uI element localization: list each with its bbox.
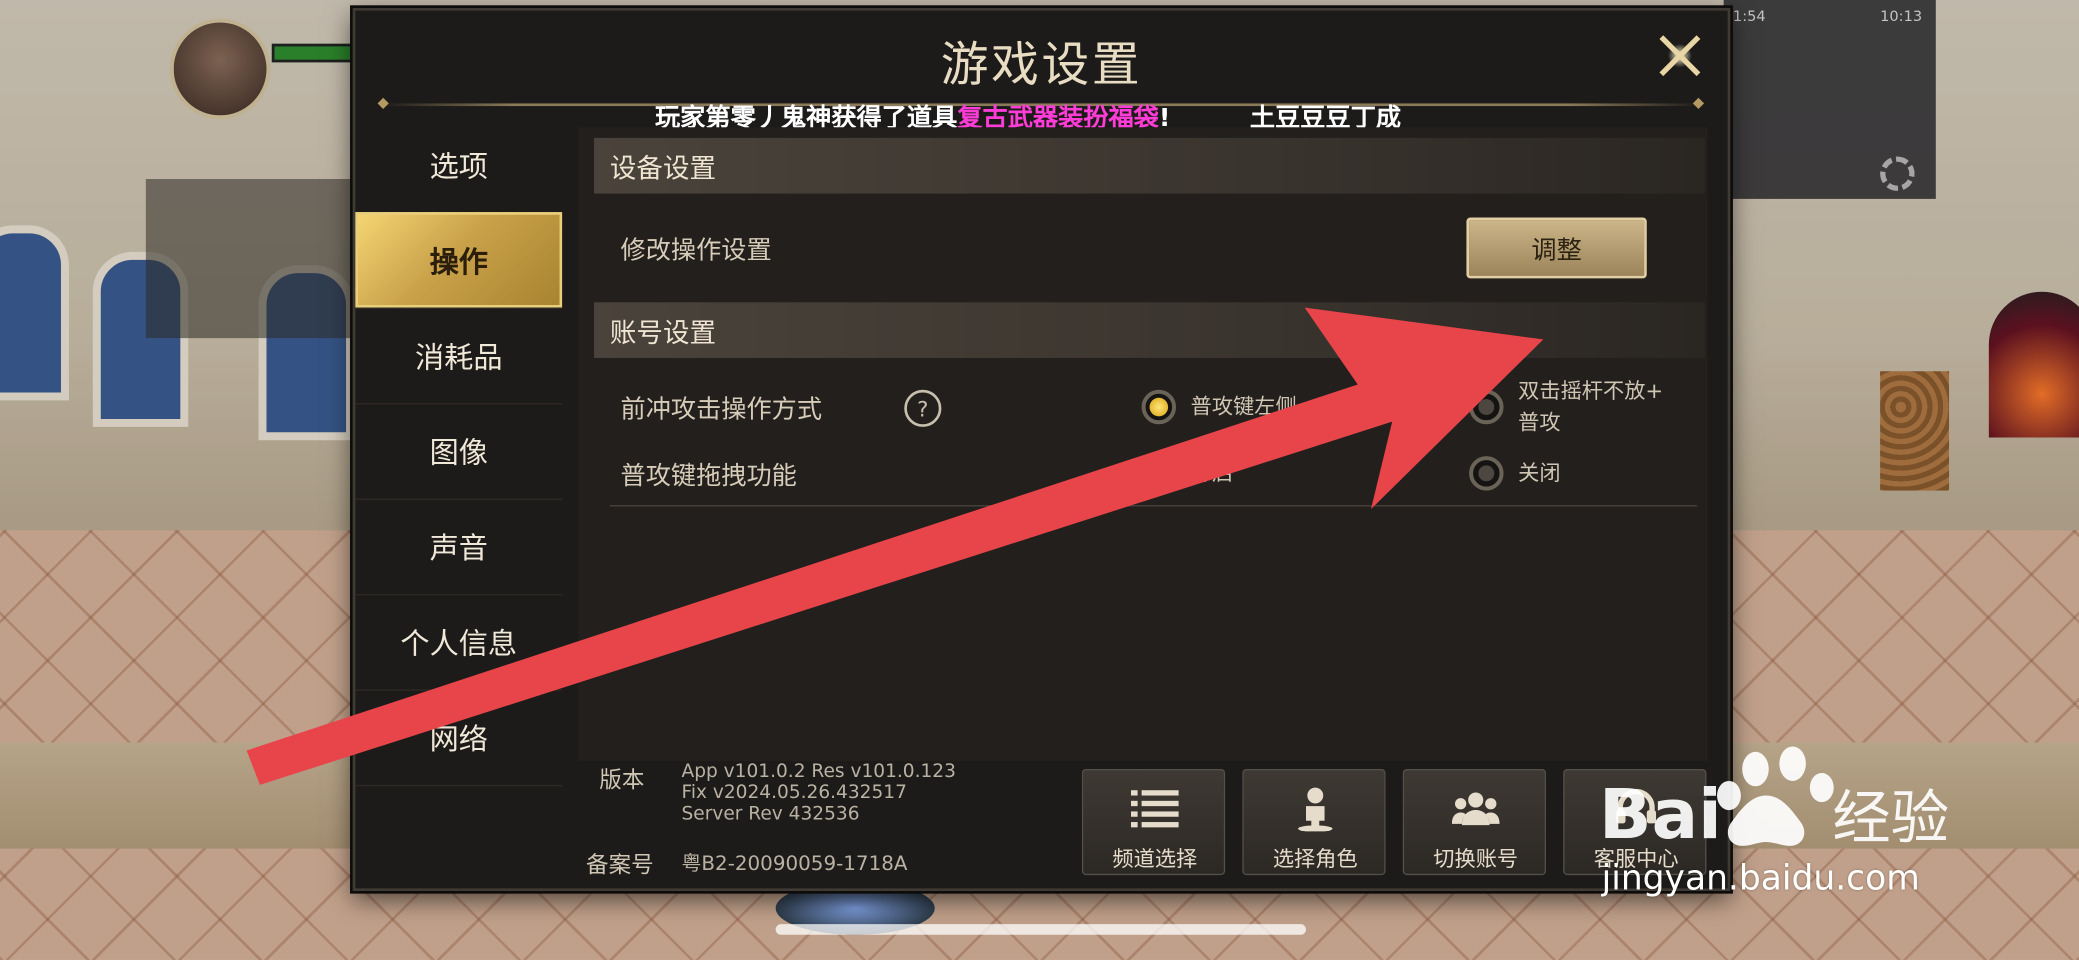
device-settings-header: 设备设置 (593, 137, 1706, 194)
section-title: 设备设置 (609, 151, 716, 184)
character-icon (1291, 786, 1339, 832)
sidebar-item-label: 选项 (429, 151, 488, 185)
section-divider (609, 505, 1698, 507)
baidu-watermark: Bai 经验 jingyan.baidu.com (1599, 742, 1997, 928)
switch-account-button[interactable]: 切换账号 (1402, 769, 1546, 876)
sidebar-item-label: 操作 (429, 246, 488, 280)
baidu-paw-logo: Bai 经验 (1599, 746, 1949, 855)
icp-label: 备案号 (586, 852, 654, 880)
option-line: 双击摇杆不放+ (1518, 377, 1664, 404)
sidebar-item-controls[interactable]: 操作 (355, 212, 563, 309)
sidebar-item-label: 个人信息 (400, 628, 518, 662)
select-character-button[interactable]: 选择角色 (1242, 769, 1386, 876)
home-indicator (775, 924, 1307, 935)
sidebar-item-label: 声音 (429, 533, 488, 567)
sidebar-item-label: 图像 (429, 437, 488, 471)
watermark-url: jingyan.baidu.com (1601, 859, 1920, 899)
modify-controls-label: 修改操作设置 (620, 236, 772, 266)
version-line: App v101.0.2 Res v101.0.123 (681, 761, 956, 783)
section-title: 账号设置 (609, 316, 716, 349)
sidebar-item-sound[interactable]: 声音 (355, 499, 563, 596)
dash-option-left-radio[interactable] (1141, 389, 1177, 425)
icp-value: 粤B2-20090059-1718A (681, 851, 908, 876)
dash-option-left-label: 普攻键左侧 (1190, 393, 1297, 419)
sidebar-item-network[interactable]: 网络 (355, 689, 563, 787)
group-icon (1451, 786, 1500, 831)
version-line: Fix v2024.05.26.432517 (681, 782, 907, 804)
channel-select-button[interactable]: 频道选择 (1081, 769, 1226, 876)
sidebar-item-graphics[interactable]: 图像 (355, 403, 563, 500)
game-settings-dialog: 游戏设置 玩家第零丿鬼神获得了道具复古武器装扮福袋! 土豆豆豆丁成 选项 操作 消… (352, 7, 1731, 891)
sidebar-item-profile[interactable]: 个人信息 (355, 594, 563, 691)
dash-option-doubletap-label: 双击摇杆不放+ 普攻 (1518, 375, 1663, 439)
svg-text:经验: 经验 (1832, 784, 1949, 852)
button-label: 选择角色 (1272, 845, 1358, 872)
dash-attack-label: 前冲攻击操作方式 (620, 395, 823, 425)
drag-function-label: 普攻键拖拽功能 (620, 461, 797, 491)
account-settings-header: 账号设置 (593, 302, 1706, 358)
version-label: 版本 (599, 767, 645, 795)
close-button[interactable] (1651, 27, 1709, 85)
ticker-ornament (377, 97, 389, 110)
option-line: 普攻 (1518, 409, 1561, 435)
dash-option-doubletap-radio[interactable] (1469, 389, 1504, 425)
button-label: 频道选择 (1112, 845, 1198, 872)
button-label: 切换账号 (1433, 845, 1519, 872)
help-icon[interactable]: ? (904, 389, 942, 427)
sidebar-item-label: 消耗品 (414, 342, 503, 376)
version-info: App v101.0.2 Res v101.0.123 Fix v2024.05… (682, 761, 956, 825)
drag-on-label: 开启 (1190, 460, 1234, 486)
drag-off-radio[interactable] (1469, 456, 1504, 491)
drag-on-radio[interactable] (1141, 456, 1177, 491)
close-icon (1659, 35, 1701, 77)
settings-sidebar: 选项 操作 消耗品 图像 声音 个人信息 网络 (355, 117, 563, 793)
svg-text:Bai: Bai (1599, 775, 1722, 855)
adjust-button[interactable]: 调整 (1466, 217, 1647, 279)
list-icon (1130, 786, 1179, 831)
drag-off-label: 关闭 (1518, 460, 1561, 486)
version-line: Server Rev 432536 (681, 803, 860, 825)
sidebar-item-label: 网络 (429, 723, 488, 758)
ticker-ornament (1692, 97, 1705, 110)
sidebar-item-consumables[interactable]: 消耗品 (355, 308, 563, 405)
dialog-title: 游戏设置 (940, 38, 1143, 93)
sidebar-item-options[interactable]: 选项 (355, 117, 563, 214)
